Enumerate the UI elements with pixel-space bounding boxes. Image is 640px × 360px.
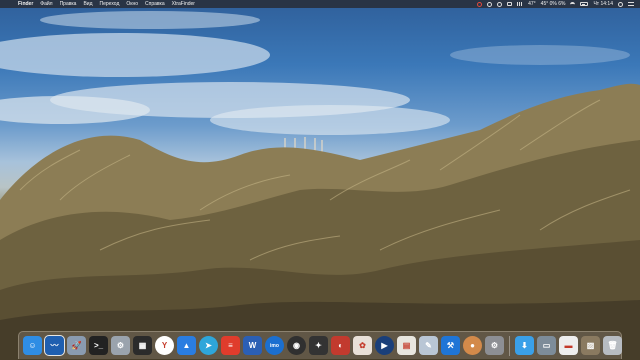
document-thumb-glyph: ▬: [564, 341, 573, 350]
screenshot-thumb-glyph: ▭: [542, 341, 551, 350]
pinwheel-icon[interactable]: ✿: [353, 336, 372, 355]
pixelmator-glyph: ●: [470, 341, 475, 350]
activity-monitor-glyph: 〰: [50, 341, 59, 350]
word-icon[interactable]: W: [243, 336, 262, 355]
dock-documents: ⬇ ▭ ▬ ▨ 🗑: [515, 336, 622, 355]
photo-app-icon[interactable]: ◐: [331, 336, 350, 355]
finder-icon[interactable]: ☺: [23, 336, 42, 355]
apple-menu-icon[interactable]: [6, 1, 11, 7]
photo-app-glyph: ◐: [338, 341, 343, 350]
pinwheel-glyph: ✿: [359, 341, 366, 350]
obs-glyph: ◉: [293, 341, 300, 350]
word-glyph: W: [248, 341, 257, 350]
terminal-icon[interactable]: >_: [89, 336, 108, 355]
notification-center-icon[interactable]: [628, 2, 634, 6]
document-thumb-icon[interactable]: ▬: [559, 336, 578, 355]
todoist-glyph: ≡: [228, 341, 233, 350]
telegram-icon[interactable]: ➤: [199, 336, 218, 355]
final-cut-glyph: ✦: [315, 341, 322, 350]
yandex-browser-icon[interactable]: Y: [155, 336, 174, 355]
system-stats-readout[interactable]: 45° 0% 6%: [541, 1, 566, 7]
menu-file[interactable]: Файл: [40, 1, 52, 7]
preview-icon[interactable]: ✎: [419, 336, 438, 355]
dune-landscape-image: [0, 11, 640, 360]
yandex-browser-glyph: Y: [161, 341, 168, 350]
menu-clock[interactable]: Чт 14:14: [593, 1, 613, 7]
launchpad-glyph: 🚀: [71, 341, 82, 350]
menu-edit[interactable]: Правка: [60, 1, 77, 7]
activity-monitor-icon[interactable]: 〰: [44, 335, 65, 356]
battery-icon[interactable]: [580, 2, 589, 6]
menu-bar: Finder Файл Правка Вид Переход Окно Спра…: [0, 0, 640, 8]
safari-glyph: ▲: [182, 341, 191, 350]
cpu-graph-icon[interactable]: [517, 2, 524, 6]
trash-icon[interactable]: 🗑: [603, 336, 622, 355]
automator-glyph: ⚙: [116, 341, 125, 350]
sync-icon[interactable]: [497, 1, 503, 7]
menu-xtrafinder[interactable]: XtraFinder: [172, 1, 195, 7]
todoist-icon[interactable]: ≡: [221, 336, 240, 355]
grid-app-glyph: ▦: [138, 341, 147, 350]
screenshot-thumb-icon[interactable]: ▭: [537, 336, 556, 355]
trash-glyph: 🗑: [607, 341, 618, 350]
spotlight-search-icon[interactable]: [618, 1, 623, 7]
screen-record-icon[interactable]: [477, 1, 483, 7]
window-icon[interactable]: [507, 2, 513, 6]
quicktime-glyph: ▶: [381, 341, 388, 350]
terminal-glyph: >_: [93, 341, 104, 350]
safari-icon[interactable]: ▲: [177, 336, 196, 355]
menu-go[interactable]: Переход: [100, 1, 120, 7]
obs-icon[interactable]: ◉: [287, 336, 306, 355]
dock-separator: [509, 335, 510, 356]
finder-glyph: ☺: [28, 341, 37, 350]
menu-help[interactable]: Справка: [145, 1, 165, 7]
gear-icon[interactable]: ⚙: [485, 336, 504, 355]
photo-thumb-glyph: ▨: [586, 341, 595, 350]
grid-app-icon[interactable]: ▦: [133, 336, 152, 355]
xcode-icon[interactable]: ⚒: [441, 336, 460, 355]
menu-view[interactable]: Вид: [83, 1, 92, 7]
desktop-wallpaper: [0, 0, 640, 360]
temperature-readout[interactable]: 47°: [528, 1, 536, 7]
imo-icon[interactable]: imo: [265, 336, 284, 355]
downloads-folder-glyph: ⬇: [521, 341, 528, 350]
gear-glyph: ⚙: [490, 341, 499, 350]
notes-glyph: ▤: [402, 341, 411, 350]
preview-glyph: ✎: [425, 341, 432, 350]
app-menu-finder[interactable]: Finder: [18, 1, 33, 7]
xcode-glyph: ⚒: [446, 341, 455, 350]
final-cut-icon[interactable]: ✦: [309, 336, 328, 355]
automator-icon[interactable]: ⚙: [111, 336, 130, 355]
wifi-icon[interactable]: [570, 2, 576, 6]
pixelmator-icon[interactable]: ●: [463, 336, 482, 355]
downloads-folder-icon[interactable]: ⬇: [515, 336, 534, 355]
menu-window[interactable]: Окно: [126, 1, 138, 7]
quicktime-icon[interactable]: ▶: [375, 336, 394, 355]
imo-glyph: imo: [270, 342, 279, 349]
launchpad-icon[interactable]: 🚀: [67, 336, 86, 355]
notes-icon[interactable]: ▤: [397, 336, 416, 355]
dock: ☺ 〰 🚀 >_ ⚙ ▦ Y ▲ ➤ ≡ Wimo ◉ ✦ ◐ ✿ ▶ ▤ ✎ ⚒ ● ⚙ ⬇ ▭ ▬ ▨ 🗑: [18, 331, 622, 359]
status-circle-icon[interactable]: [487, 1, 493, 7]
dock-apps: ☺ 〰 🚀 >_ ⚙ ▦ Y ▲ ➤ ≡ Wimo ◉ ✦ ◐ ✿ ▶ ▤ ✎ ⚒ ● ⚙: [23, 335, 504, 356]
photo-thumb-icon[interactable]: ▨: [581, 336, 600, 355]
telegram-glyph: ➤: [205, 341, 212, 350]
